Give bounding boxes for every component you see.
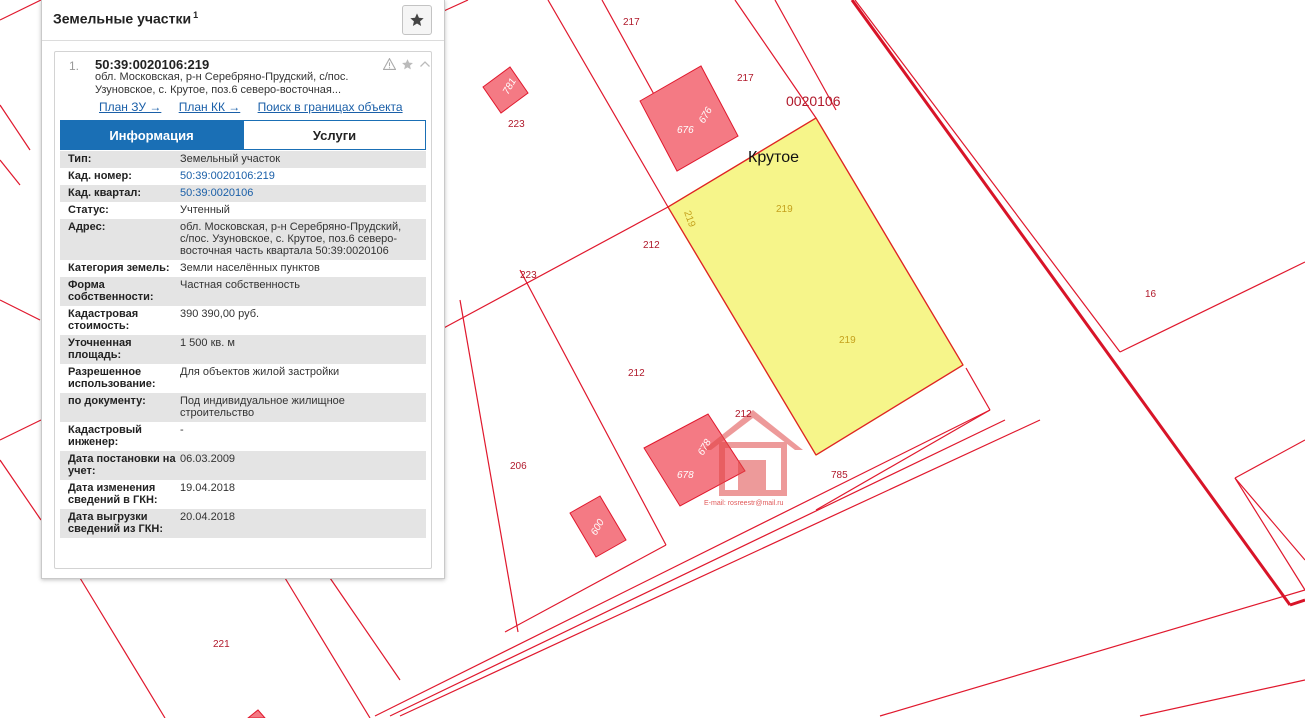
attribute-value-link[interactable]: 50:39:0020106 (180, 187, 412, 199)
attribute-row: Разрешенное использование: Для объектов ж… (60, 364, 426, 393)
attribute-label: Статус: (68, 204, 109, 216)
attribute-row: Кадастровая стоимость: 390 390,00 руб. (60, 306, 426, 335)
star-outline-icon[interactable] (399, 57, 415, 71)
attribute-label: Уточненная площадь: (68, 337, 132, 361)
watermark-email: E-mail: rosreestr@mail.ru (704, 500, 784, 507)
attribute-label: Кадастровый инженер: (68, 424, 142, 448)
parcel-label: 223 (520, 270, 537, 281)
attribute-value: Под индивидуальное жилищное строительств… (180, 395, 345, 419)
selected-parcel-219[interactable] (666, 116, 965, 457)
attribute-row: Адрес: обл. Московская, р-н Серебряно-Пру… (60, 219, 426, 260)
attribute-value: 1 500 кв. м (180, 337, 235, 349)
settlement-label: Крутое (748, 149, 799, 166)
card-cad-number[interactable]: 50:39:0020106:219 (95, 57, 209, 72)
attribute-row: Тип: Земельный участок (60, 151, 426, 168)
panel-header: Земельные участки 1 (42, 0, 444, 41)
attribute-label: Кад. квартал: (68, 187, 142, 199)
warning-icon[interactable] (381, 57, 397, 71)
chevron-up-icon[interactable] (417, 57, 433, 71)
attribute-value: 20.04.2018 (180, 511, 236, 523)
panel-title-text: Земельные участки (53, 10, 192, 27)
card-index: 1. (69, 59, 80, 73)
parcel-label: 217 (623, 17, 640, 28)
attribute-row: Категория земель: Земли населённых пункто… (60, 260, 426, 277)
panel-title: Земельные участки 1 (53, 10, 198, 27)
card-address: обл. Московская, р-н Серебряно-Прудский,… (95, 71, 349, 96)
card-actions (381, 57, 433, 71)
attribute-label: Дата постановки на учет: (68, 453, 176, 477)
attribute-label: Адрес: (68, 221, 106, 233)
attribute-row: Форма собственности: Частная собственност… (60, 277, 426, 306)
attribute-value: Земельный участок (180, 153, 281, 165)
attribute-row: Кад. квартал: 50:39:0020106 (60, 185, 426, 202)
attribute-row: по документу: Под индивидуальное жилищное… (60, 393, 426, 422)
attribute-value: 06.03.2009 (180, 453, 236, 465)
parcel-card: 1. 50:39:0020106:219 обл. Московская, р-… (54, 51, 432, 569)
attribute-row: Дата изменения сведений в ГКН: 19.04.2018 (60, 480, 426, 509)
attribute-value: Частная собственность (180, 279, 301, 291)
attribute-row: Дата постановки на учет: 06.03.2009 (60, 451, 426, 480)
attribute-row: Уточненная площадь: 1 500 кв. м (60, 335, 426, 364)
parcel-label: 223 (508, 119, 525, 130)
building-partial (247, 709, 266, 718)
attribute-label: Категория земель: (68, 262, 170, 274)
card-tabs: Информация Услуги (60, 120, 426, 150)
tab-information[interactable]: Информация (60, 120, 243, 150)
attribute-row: Кадастровый инженер: - (60, 422, 426, 451)
favorite-button[interactable] (402, 5, 432, 35)
attribute-value: Земли населённых пунктов (180, 262, 320, 274)
attribute-label: Дата выгрузки сведений из ГКН: (68, 511, 164, 535)
attribute-value: 19.04.2018 (180, 482, 236, 494)
building-label: 676 (677, 125, 694, 136)
attribute-row: Кад. номер: 50:39:0020106:219 (60, 168, 426, 185)
quarter-label: 0020106 (786, 93, 841, 109)
parcel-label: 212 (735, 409, 752, 420)
attribute-label: по документу: (68, 395, 146, 407)
link-plan-zu[interactable]: План ЗУ → (99, 100, 161, 114)
attribute-row: Дата выгрузки сведений из ГКН: 20.04.2018 (60, 509, 426, 538)
attribute-value: 390 390,00 руб. (180, 308, 260, 320)
parcel-label: 16 (1145, 289, 1157, 300)
panel-title-count: 1 (193, 10, 199, 20)
building-label: 678 (677, 470, 694, 481)
star-icon (410, 13, 424, 26)
attribute-value: - (180, 424, 184, 436)
parcel-label: 212 (643, 240, 660, 251)
building-676 (639, 65, 739, 172)
attribute-value: обл. Московская, р-н Серебряно-Прудский,… (180, 221, 402, 257)
link-plan-kk[interactable]: План КК → (179, 100, 241, 114)
parcel-label: 221 (213, 639, 230, 650)
road-boundary-2 (1289, 598, 1305, 607)
attribute-value: Для объектов жилой застройки (180, 366, 340, 378)
attribute-label: Разрешенное использование: (68, 366, 156, 390)
tab-services[interactable]: Услуги (243, 120, 426, 150)
attribute-label: Форма собственности: (68, 279, 154, 303)
parcel-label: 219 (839, 335, 856, 346)
attribute-label: Кадастровая стоимость: (68, 308, 139, 332)
land-parcels-panel: Земельные участки 1 1. 50:39:0020106:219 … (41, 0, 445, 579)
attribute-label: Кад. номер: (68, 170, 132, 182)
parcel-label: 785 (831, 470, 848, 481)
parcel-label: 217 (737, 73, 754, 84)
parcel-label: 206 (510, 461, 527, 472)
parcel-label: 219 (776, 204, 793, 215)
attribute-row: Статус: Учтенный (60, 202, 426, 219)
attribute-label: Дата изменения сведений в ГКН: (68, 482, 158, 506)
attributes-table: Тип: Земельный участок Кад. номер: 50:39:00… (60, 151, 426, 538)
parcel-label: 212 (628, 368, 645, 379)
attribute-label: Тип: (68, 153, 92, 165)
attribute-value-link[interactable]: 50:39:0020106:219 (180, 170, 412, 182)
attribute-value: Учтенный (180, 204, 230, 216)
